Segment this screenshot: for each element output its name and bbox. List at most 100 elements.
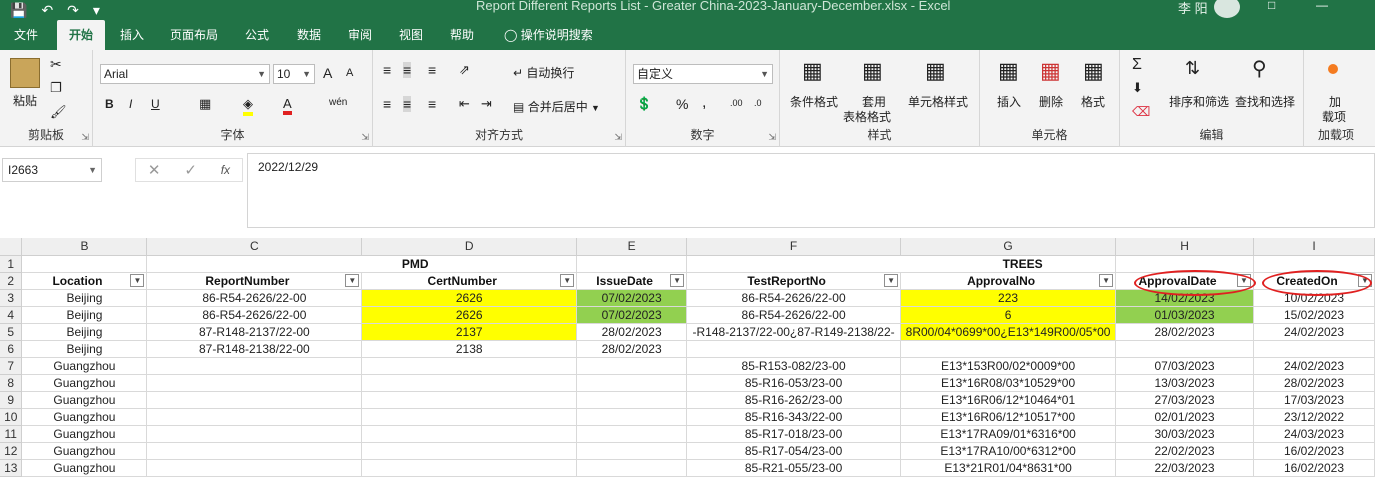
cell-i[interactable]: 28/02/2023: [1253, 374, 1375, 392]
align-right-icon[interactable]: ≡: [428, 96, 436, 112]
cell-c[interactable]: [146, 357, 363, 375]
cut-icon[interactable]: ✂: [50, 56, 62, 73]
cell-d[interactable]: [361, 391, 578, 409]
conditional-format-icon[interactable]: ▦: [802, 58, 823, 84]
row-header[interactable]: 4: [0, 306, 23, 324]
row-header[interactable]: 13: [0, 459, 23, 477]
header-test-report-no[interactable]: TestReportNo ▼: [686, 272, 902, 290]
cell-i[interactable]: 24/03/2023: [1253, 425, 1375, 443]
column-header-f[interactable]: F: [686, 238, 902, 256]
decrease-font-icon[interactable]: A: [346, 67, 353, 79]
cell[interactable]: [21, 255, 148, 273]
fill-color-icon[interactable]: ◈: [243, 96, 253, 116]
fill-icon[interactable]: ⬇: [1132, 80, 1143, 96]
align-bottom-icon[interactable]: ≡: [428, 62, 436, 78]
cell-c[interactable]: [146, 408, 363, 426]
cell-g[interactable]: 8R00/04*0699*00¿E13*149R00/05*00: [900, 323, 1117, 341]
cell-g[interactable]: E13*17RA09/01*6316*00: [900, 425, 1117, 443]
comma-button[interactable]: ,: [702, 94, 706, 112]
phonetic-icon[interactable]: wén: [329, 97, 347, 108]
copy-icon[interactable]: ❐: [50, 80, 62, 96]
cell-pmd-group[interactable]: PMD: [361, 255, 578, 273]
sort-filter-button[interactable]: 排序和筛选: [1169, 93, 1229, 110]
cell-g[interactable]: 223: [900, 289, 1117, 307]
cell-f[interactable]: 86-R54-2626/22-00: [686, 306, 902, 324]
cell-d[interactable]: [361, 374, 578, 392]
cell-e[interactable]: [576, 357, 688, 375]
cell-b[interactable]: Beijing: [21, 323, 148, 341]
find-select-button[interactable]: 查找和选择: [1235, 93, 1295, 110]
paste-icon[interactable]: [10, 58, 40, 88]
cell-b[interactable]: Guangzhou: [21, 459, 148, 477]
tell-me-search[interactable]: ◯ 操作说明搜索: [498, 20, 605, 50]
cell-f[interactable]: 85-R153-082/23-00: [686, 357, 902, 375]
cell-c[interactable]: [146, 374, 363, 392]
align-center-icon[interactable]: ≡: [403, 96, 412, 112]
cell-d[interactable]: [361, 425, 578, 443]
align-middle-icon[interactable]: ≡: [403, 62, 412, 78]
paste-button[interactable]: 粘贴: [13, 92, 37, 109]
font-size-select[interactable]: 10 ▼: [273, 64, 315, 84]
format-table-button-line2[interactable]: 表格格式: [843, 108, 891, 125]
header-approval-no[interactable]: ApprovalNo ▼: [900, 272, 1117, 290]
cell-g[interactable]: E13*16R08/03*10529*00: [900, 374, 1117, 392]
cell-i[interactable]: 16/02/2023: [1253, 459, 1375, 477]
format-table-icon[interactable]: ▦: [862, 58, 883, 84]
dialog-launcher-icon[interactable]: ⇲: [768, 132, 776, 143]
cell-e[interactable]: [576, 425, 688, 443]
clear-icon[interactable]: ⌫: [1132, 104, 1150, 120]
column-header-h[interactable]: H: [1115, 238, 1254, 256]
insert-cells-icon[interactable]: ▦: [998, 58, 1019, 84]
addin-icon[interactable]: [1328, 64, 1338, 74]
cell-f[interactable]: 85-R16-343/22-00: [686, 408, 902, 426]
customize-qat-icon[interactable]: ▾: [93, 2, 100, 19]
save-icon[interactable]: 💾: [10, 2, 27, 19]
cell-c[interactable]: 86-R54-2626/22-00: [146, 306, 363, 324]
filter-dropdown-icon[interactable]: ▼: [1099, 273, 1114, 287]
border-icon[interactable]: ▦: [199, 96, 211, 112]
dialog-launcher-icon[interactable]: ⇲: [361, 132, 369, 143]
orientation-icon[interactable]: ⇗: [459, 62, 470, 78]
row-header[interactable]: 12: [0, 442, 23, 460]
cell[interactable]: [576, 255, 688, 273]
format-cells-icon[interactable]: ▦: [1083, 58, 1104, 84]
cell-d[interactable]: [361, 442, 578, 460]
find-select-icon[interactable]: ⚲: [1252, 56, 1267, 81]
user-name[interactable]: 李 阳: [1178, 0, 1208, 17]
cell-f[interactable]: 86-R54-2626/22-00: [686, 289, 902, 307]
cell-styles-button[interactable]: 单元格样式: [908, 93, 968, 110]
cell-f[interactable]: 85-R16-053/23-00: [686, 374, 902, 392]
filter-dropdown-icon[interactable]: ▼: [884, 273, 899, 287]
cell-g[interactable]: 6: [900, 306, 1117, 324]
cell-h[interactable]: 07/03/2023: [1115, 357, 1254, 375]
italic-button[interactable]: I: [129, 97, 132, 111]
column-header-d[interactable]: D: [361, 238, 578, 256]
increase-font-icon[interactable]: A: [323, 65, 332, 81]
dialog-launcher-icon[interactable]: ⇲: [81, 132, 89, 143]
row-header[interactable]: 10: [0, 408, 23, 426]
increase-decimal-icon[interactable]: .00: [730, 98, 743, 108]
minimize-icon[interactable]: —: [1316, 0, 1328, 12]
tab-help[interactable]: 帮助: [438, 20, 486, 50]
row-header[interactable]: 8: [0, 374, 23, 392]
cell-d[interactable]: 2138: [361, 340, 578, 358]
cell-h[interactable]: 22/02/2023: [1115, 442, 1254, 460]
cell-h[interactable]: [1115, 340, 1254, 358]
cell-d[interactable]: 2137: [361, 323, 578, 341]
cell-b[interactable]: Guangzhou: [21, 357, 148, 375]
filter-dropdown-icon[interactable]: ▼: [560, 273, 575, 287]
cell-b[interactable]: Beijing: [21, 289, 148, 307]
row-header[interactable]: 11: [0, 425, 23, 443]
number-format-select[interactable]: 自定义 ▼: [633, 64, 773, 84]
underline-button[interactable]: U: [151, 97, 160, 111]
cell-e[interactable]: [576, 442, 688, 460]
cell[interactable]: [686, 255, 901, 273]
tab-data[interactable]: 数据: [285, 20, 333, 50]
cell-d[interactable]: 2626: [361, 289, 578, 307]
row-header[interactable]: 3: [0, 289, 23, 307]
cell-i[interactable]: [1253, 340, 1375, 358]
tab-file[interactable]: 文件: [2, 20, 50, 50]
cell-d[interactable]: [361, 459, 578, 477]
cell-g[interactable]: E13*21R01/04*8631*00: [900, 459, 1117, 477]
cell-e[interactable]: [576, 408, 688, 426]
